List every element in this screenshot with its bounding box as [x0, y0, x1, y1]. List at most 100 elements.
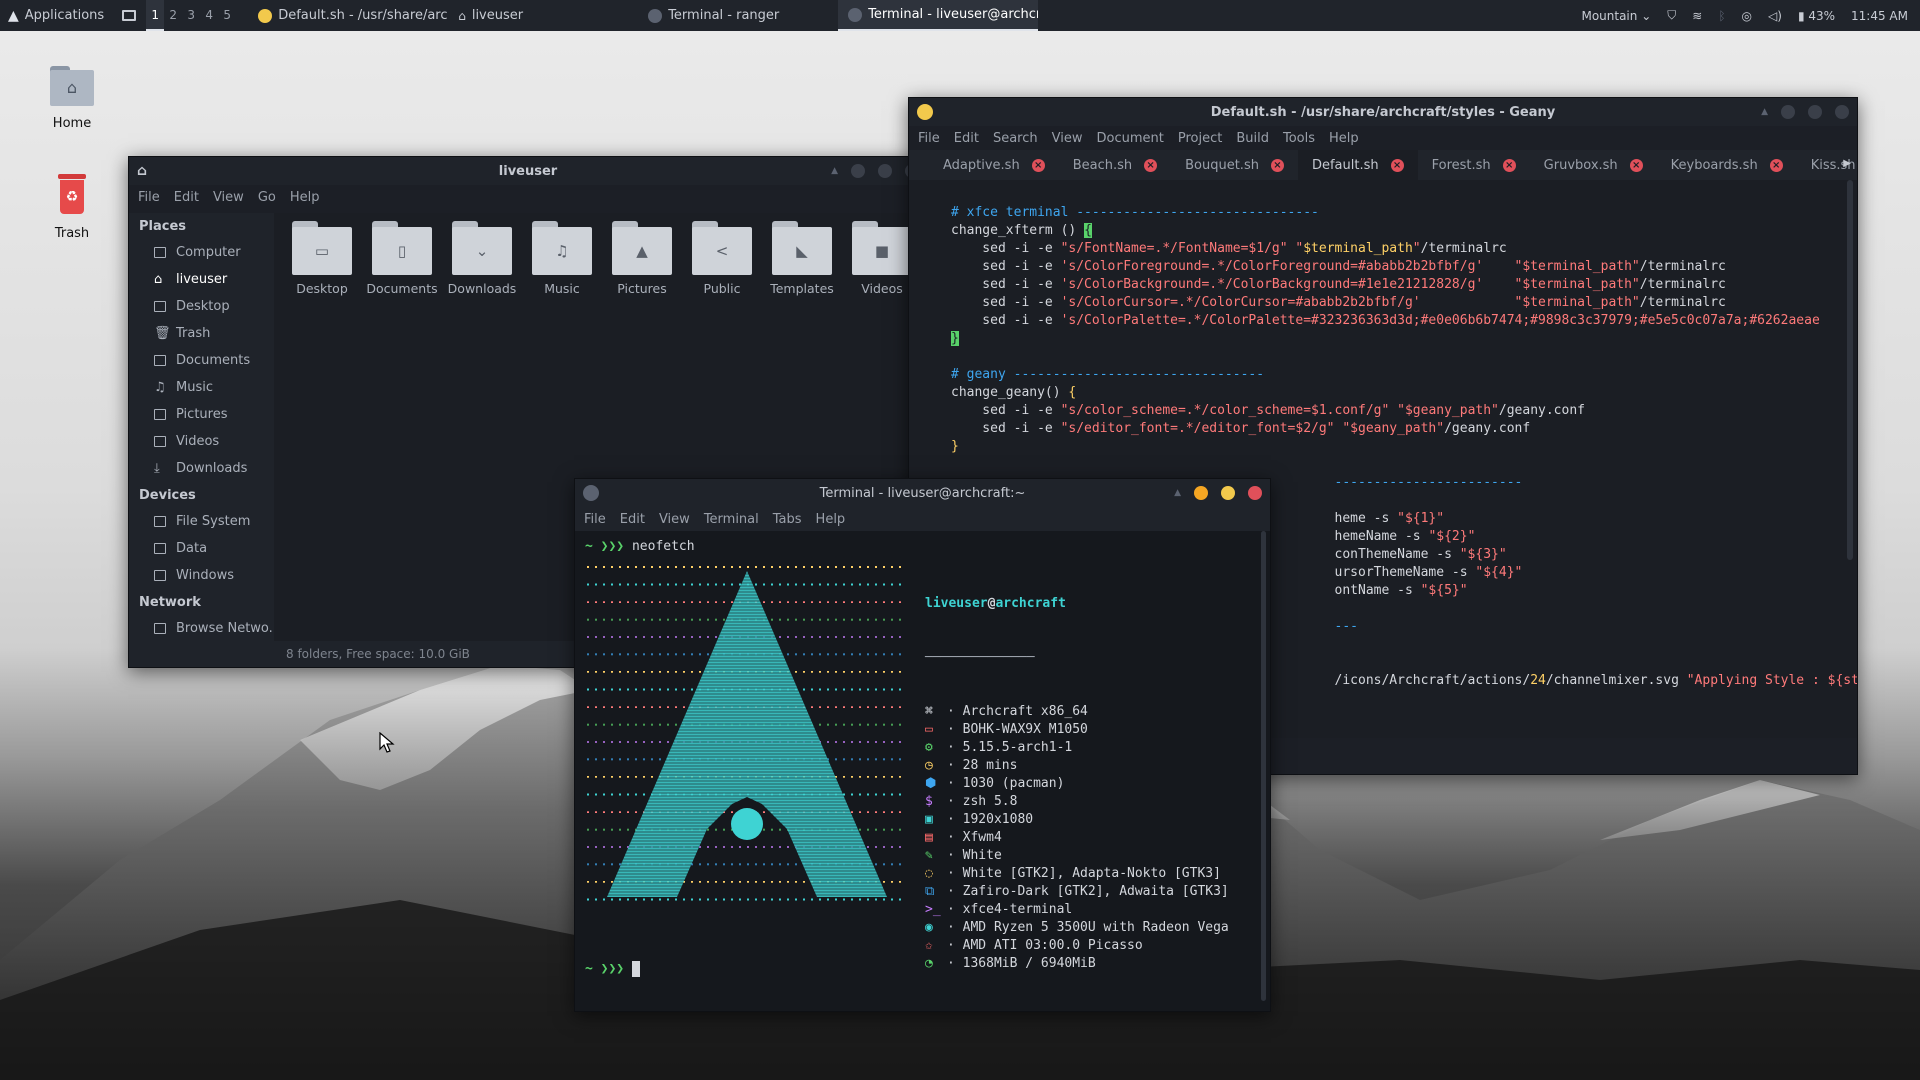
menu-help[interactable]: Help — [809, 512, 853, 527]
sidebar-item-desktop[interactable]: Desktop — [129, 293, 274, 320]
sidebar-item-filesystem[interactable]: File System — [129, 508, 274, 535]
geany-titlebar[interactable]: Default.sh - /usr/share/archcraft/styles… — [909, 98, 1857, 126]
sidebar-item-trash[interactable]: 🗑 Trash — [129, 320, 274, 347]
info-icon: $ — [925, 794, 933, 809]
terminal-titlebar[interactable]: Terminal - liveuser@archcraft:~ ▲ — [575, 479, 1270, 507]
info-value: 1030 (pacman) — [962, 776, 1065, 791]
menu-terminal[interactable]: Terminal — [697, 512, 766, 527]
folder-item[interactable]: < Public — [682, 213, 762, 296]
folder-item[interactable]: ◣ Templates — [762, 213, 842, 296]
menu-file[interactable]: File — [577, 512, 613, 527]
menu-edit[interactable]: Edit — [947, 131, 986, 146]
sidebar-item-videos[interactable]: Videos — [129, 428, 274, 455]
folder-item[interactable]: ▲ Pictures — [602, 213, 682, 296]
sidebar-item-browse-network[interactable]: Browse Netwo... — [129, 615, 281, 642]
terminal-output[interactable]: ~ ❯❯❯ neofetch liveuser@archcraft ──────… — [575, 531, 1270, 1011]
maximize-button[interactable] — [1808, 105, 1822, 119]
task-geany[interactable]: Default.sh - /usr/share/archc... — [248, 0, 448, 31]
minimize-button[interactable] — [1781, 105, 1795, 119]
tab-default[interactable]: Default.sh × — [1297, 150, 1418, 180]
menu-view[interactable]: View — [1045, 131, 1090, 146]
weather-widget[interactable]: Mountain ⌄ — [1581, 9, 1651, 23]
desktop-icon — [154, 301, 166, 312]
desktop-trash[interactable]: ♻ Trash — [27, 172, 117, 241]
tab-bouquet[interactable]: Bouquet.sh × — [1171, 150, 1298, 180]
close-tab-icon[interactable]: × — [1390, 158, 1404, 172]
shade-icon[interactable]: ▲ — [1761, 107, 1768, 117]
menu-tools[interactable]: Tools — [1276, 131, 1322, 146]
sidebar-item-downloads[interactable]: ⤓ Downloads — [129, 455, 274, 482]
desktop-home[interactable]: ⌂ Home — [27, 62, 117, 131]
shade-icon[interactable]: ▲ — [1174, 488, 1181, 498]
menu-view[interactable]: View — [206, 190, 251, 205]
close-tab-icon[interactable]: × — [1502, 158, 1516, 172]
minimize-button[interactable] — [851, 164, 865, 178]
minimize-button[interactable] — [1194, 486, 1208, 500]
neofetch-info: liveuser@archcraft ────────────── ⌘ · Arc… — [925, 559, 1229, 1011]
sidebar-item-pictures[interactable]: Pictures — [129, 401, 274, 428]
folder-label: Pictures — [617, 281, 667, 296]
menu-help[interactable]: Help — [1322, 131, 1366, 146]
tab-forest[interactable]: Forest.sh × — [1418, 150, 1530, 180]
menu-go[interactable]: Go — [251, 190, 283, 205]
menu-tabs[interactable]: Tabs — [766, 512, 809, 527]
folder-item[interactable]: ▯ Documents — [362, 213, 442, 296]
workspace-3[interactable]: 3 — [182, 0, 200, 31]
workspace-4[interactable]: 4 — [200, 0, 218, 31]
task-terminal-liveuser[interactable]: Terminal - liveuser@archcraf... — [838, 0, 1039, 31]
close-tab-icon[interactable]: × — [1031, 158, 1045, 172]
bluetooth-icon[interactable]: ᛒ — [1718, 9, 1725, 23]
sidebar-item-documents[interactable]: Documents — [129, 347, 274, 374]
sidebar-item-windows[interactable]: Windows — [129, 562, 274, 589]
sidebar-item-computer[interactable]: Computer — [129, 239, 274, 266]
menu-build[interactable]: Build — [1229, 131, 1276, 146]
task-file-manager[interactable]: ⌂ liveuser — [448, 0, 638, 31]
workspace-2[interactable]: 2 — [164, 0, 182, 31]
menu-view[interactable]: View — [652, 512, 697, 527]
folder-item[interactable]: ♫ Music — [522, 213, 602, 296]
clock[interactable]: 11:45 AM — [1851, 9, 1908, 23]
tab-adaptive[interactable]: Adaptive.sh × — [929, 150, 1059, 180]
shield-icon[interactable]: ⛉ — [1667, 8, 1676, 23]
menu-help[interactable]: Help — [283, 190, 327, 205]
menu-edit[interactable]: Edit — [613, 512, 652, 527]
menu-file[interactable]: File — [131, 190, 167, 205]
maximize-button[interactable] — [878, 164, 892, 178]
network-icon[interactable]: ≋ — [1692, 9, 1702, 23]
task-label: Terminal - ranger — [668, 8, 780, 23]
menu-file[interactable]: File — [911, 131, 947, 146]
close-button[interactable] — [1835, 105, 1849, 119]
volume-icon[interactable]: ◁) — [1768, 9, 1782, 23]
tab-gruvbox[interactable]: Gruvbox.sh × — [1530, 150, 1657, 180]
menu-search[interactable]: Search — [986, 131, 1045, 146]
file-manager-titlebar[interactable]: ⌂ liveuser ▲ — [129, 157, 927, 185]
close-button[interactable] — [1248, 486, 1262, 500]
close-tab-icon[interactable]: × — [1144, 158, 1158, 172]
sidebar-item-music[interactable]: ♫ Music — [129, 374, 274, 401]
info-icon: >_ — [925, 902, 941, 917]
tab-beach[interactable]: Beach.sh × — [1059, 150, 1171, 180]
sidebar-item-liveuser[interactable]: ⌂ liveuser — [129, 266, 274, 293]
maximize-button[interactable] — [1221, 486, 1235, 500]
menu-document[interactable]: Document — [1089, 131, 1170, 146]
menu-project[interactable]: Project — [1171, 131, 1229, 146]
shade-icon[interactable]: ▲ — [831, 166, 838, 176]
tab-keyboards[interactable]: Keyboards.sh × — [1657, 150, 1797, 180]
file-manager-launcher[interactable] — [112, 0, 146, 31]
task-terminal-ranger[interactable]: Terminal - ranger — [638, 0, 838, 31]
close-tab-icon[interactable]: × — [1769, 158, 1783, 172]
workspace-1[interactable]: 1 — [146, 0, 165, 31]
sidebar-item-data[interactable]: Data — [129, 535, 274, 562]
terminal-scrollbar[interactable] — [1261, 531, 1266, 1001]
battery-widget[interactable]: ▮ 43% — [1798, 9, 1835, 23]
close-tab-icon[interactable]: × — [1270, 158, 1284, 172]
applications-menu[interactable]: ▲ Applications — [0, 0, 112, 31]
folder-item[interactable]: ⌄ Downloads — [442, 213, 522, 296]
desktop-home-label: Home — [52, 116, 92, 131]
menu-edit[interactable]: Edit — [167, 190, 206, 205]
tab-scroll-right-icon[interactable]: ▶ — [1843, 158, 1851, 169]
close-tab-icon[interactable]: × — [1629, 158, 1643, 172]
notification-icon[interactable]: ◎ — [1742, 9, 1752, 23]
workspace-5[interactable]: 5 — [218, 0, 236, 31]
folder-item[interactable]: ▭ Desktop — [282, 213, 362, 296]
